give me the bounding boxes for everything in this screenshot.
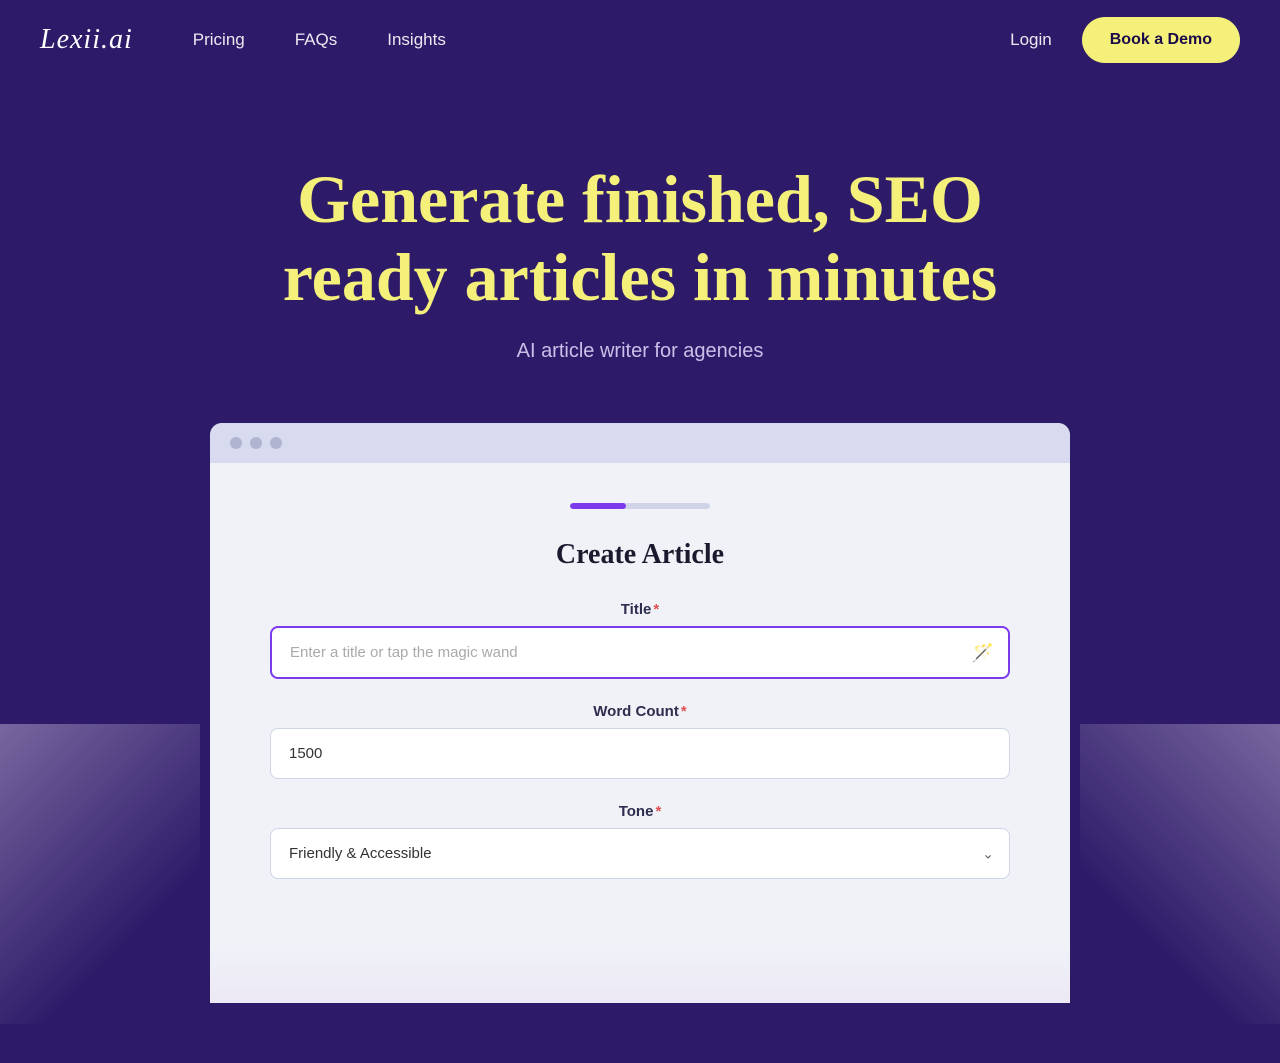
- app-mockup: Create Article Title* 🪄 Word Count*: [210, 423, 1070, 1003]
- nav-link-pricing[interactable]: Pricing: [193, 30, 245, 50]
- mockup-fade: [210, 943, 1070, 1003]
- title-input-wrapper: 🪄: [270, 626, 1010, 679]
- form-title: Create Article: [270, 539, 1010, 571]
- label-title: Title*: [270, 601, 1010, 618]
- login-link[interactable]: Login: [1010, 30, 1052, 50]
- nav-link-insights[interactable]: Insights: [387, 30, 446, 50]
- browser-window: Create Article Title* 🪄 Word Count*: [210, 423, 1070, 1003]
- hero-title: Generate finished, SEO ready articles in…: [240, 160, 1040, 316]
- progress-bar-track: [570, 503, 710, 509]
- magic-wand-icon[interactable]: 🪄: [972, 642, 994, 663]
- form-group-tone: Tone* Friendly & Accessible Professional…: [270, 803, 1010, 879]
- navbar: Lexii.ai Pricing FAQs Insights Login Boo…: [0, 0, 1280, 80]
- tone-select-wrapper: Friendly & Accessible Professional Casua…: [270, 828, 1010, 879]
- navbar-left: Lexii.ai Pricing FAQs Insights: [40, 24, 446, 56]
- browser-dot-3: [270, 437, 282, 449]
- browser-bar: [210, 423, 1070, 463]
- logo[interactable]: Lexii.ai: [40, 24, 133, 56]
- browser-dot-1: [230, 437, 242, 449]
- required-asterisk-title: *: [653, 601, 659, 618]
- hero-subtitle: AI article writer for agencies: [517, 340, 764, 363]
- tone-select[interactable]: Friendly & Accessible Professional Casua…: [270, 828, 1010, 879]
- progress-bar-wrapper: [270, 503, 1010, 509]
- hero-section: Generate finished, SEO ready articles in…: [0, 80, 1280, 1063]
- form-group-word-count: Word Count*: [270, 703, 1010, 779]
- word-count-input[interactable]: [270, 728, 1010, 779]
- navbar-right: Login Book a Demo: [1010, 17, 1240, 63]
- browser-content: Create Article Title* 🪄 Word Count*: [210, 463, 1070, 943]
- title-input[interactable]: [270, 626, 1010, 679]
- label-word-count: Word Count*: [270, 703, 1010, 720]
- form-group-title: Title* 🪄: [270, 601, 1010, 679]
- progress-bar-fill: [570, 503, 626, 509]
- nav-link-faqs[interactable]: FAQs: [295, 30, 338, 50]
- required-asterisk-wordcount: *: [681, 703, 687, 720]
- browser-dot-2: [250, 437, 262, 449]
- label-tone: Tone*: [270, 803, 1010, 820]
- book-demo-button[interactable]: Book a Demo: [1082, 17, 1240, 63]
- nav-links: Pricing FAQs Insights: [193, 30, 446, 50]
- required-asterisk-tone: *: [655, 803, 661, 820]
